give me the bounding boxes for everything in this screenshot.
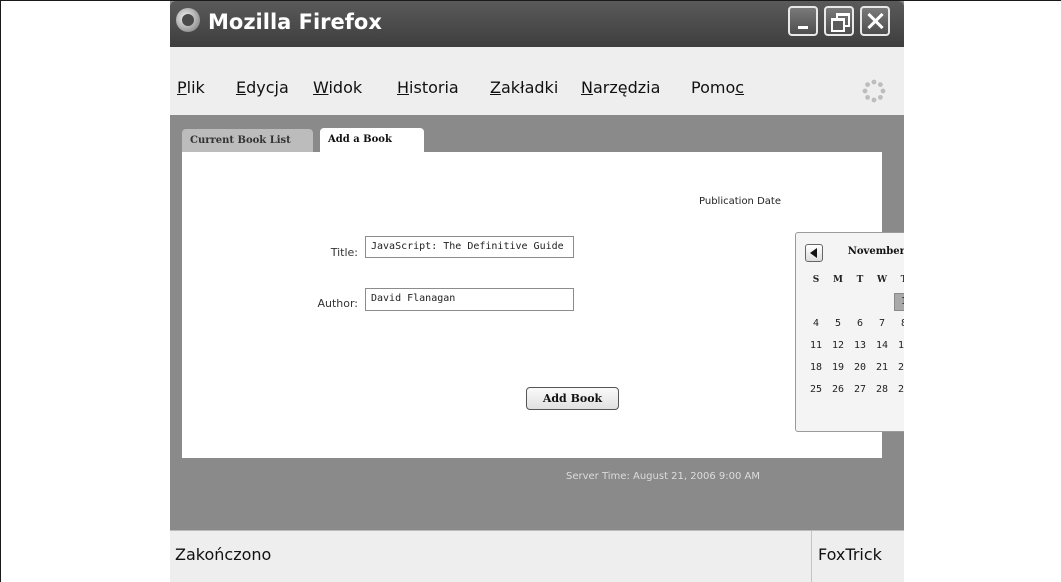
server-time: Server Time: August 21, 2006 9:00 AM	[566, 471, 760, 482]
weekday-header: T	[856, 275, 864, 285]
tab-panel: Title: JavaScript: The Definitive Guide …	[182, 152, 904, 458]
restore-icon-front	[831, 18, 845, 32]
author-label: Author:	[317, 297, 358, 310]
menu-narzedzia[interactable]: Narzędzia	[581, 78, 660, 97]
arrow-left-icon	[810, 248, 817, 258]
calendar-day[interactable]: 7	[872, 315, 892, 333]
firefox-logo-icon	[176, 8, 200, 32]
calendar-day[interactable]: 27	[850, 381, 870, 399]
menu-zakladki[interactable]: Zakładki	[490, 78, 558, 97]
calendar-day[interactable]: 14	[872, 337, 892, 355]
calendar-day[interactable]: 29	[894, 381, 904, 399]
calendar-day[interactable]: 5	[828, 315, 848, 333]
calendar-day[interactable]: 13	[850, 337, 870, 355]
weekday-header: M	[833, 275, 843, 285]
title-bar: Mozilla Firefox	[170, 1, 904, 47]
status-bar: Zakończono FoxTrick	[170, 530, 904, 582]
calendar-day[interactable]: 22	[894, 359, 904, 377]
calendar-day-selected[interactable]: 1	[894, 293, 904, 311]
title-label: Title:	[330, 246, 358, 259]
calendar-day[interactable]: 12	[828, 337, 848, 355]
previous-month-button[interactable]	[805, 244, 823, 262]
calendar-day[interactable]: 18	[806, 359, 826, 377]
calendar-day[interactable]: 6	[850, 315, 870, 333]
window-title: Mozilla Firefox	[208, 10, 382, 34]
menu-plik[interactable]: Plik	[177, 78, 205, 97]
browser-window: Mozilla Firefox Plik Edycja Widok Histor…	[170, 1, 904, 582]
menu-bar: Plik Edycja Widok Historia Zakładki Narz…	[170, 47, 904, 115]
add-book-button[interactable]: Add Book	[526, 387, 619, 410]
calendar-day[interactable]: 20	[850, 359, 870, 377]
maximize-button[interactable]	[824, 6, 854, 36]
throbber-icon	[862, 79, 886, 103]
calendar-day[interactable]: 25	[806, 381, 826, 399]
calendar-day[interactable]: 4	[806, 315, 826, 333]
title-field[interactable]: JavaScript: The Definitive Guide	[365, 236, 574, 258]
weekday-header: W	[876, 275, 888, 285]
menu-pomoc[interactable]: Pomoc	[691, 78, 744, 97]
calendar-day[interactable]: 19	[828, 359, 848, 377]
calendar-day[interactable]: 28	[872, 381, 892, 399]
close-button[interactable]	[860, 6, 890, 36]
foxtrick-status[interactable]: FoxTrick	[818, 545, 882, 564]
minimize-button[interactable]	[788, 6, 818, 36]
status-divider	[811, 531, 812, 582]
status-text: Zakończono	[175, 545, 272, 564]
tab-current-book-list[interactable]: Current Book List	[182, 129, 313, 153]
calendar-day[interactable]: 26	[828, 381, 848, 399]
menu-historia[interactable]: Historia	[397, 78, 459, 97]
calendar-day[interactable]: 15	[894, 337, 904, 355]
minimize-icon	[798, 26, 808, 29]
calendar-day[interactable]: 21	[872, 359, 892, 377]
calendar-day[interactable]: 8	[894, 315, 904, 333]
calendar-day[interactable]: 11	[806, 337, 826, 355]
image-border-left	[0, 0, 1, 582]
publication-date-label: Publication Date	[699, 196, 781, 207]
menu-widok[interactable]: Widok	[313, 78, 362, 97]
calendar-month-year: November 2001	[847, 246, 904, 257]
weekday-header: S	[812, 275, 820, 285]
date-picker: November 2001 SMTWTFS1234567891011121314…	[795, 232, 904, 432]
author-field[interactable]: David Flanagan	[365, 288, 574, 311]
menu-edycja[interactable]: Edycja	[236, 78, 289, 97]
tab-add-a-book[interactable]: Add a Book	[320, 128, 424, 153]
weekday-header: T	[900, 275, 904, 285]
